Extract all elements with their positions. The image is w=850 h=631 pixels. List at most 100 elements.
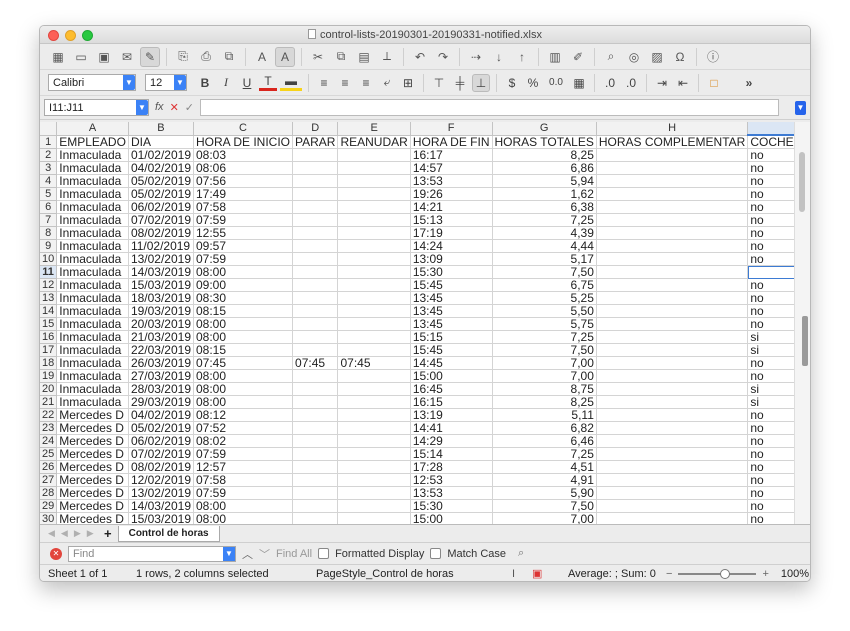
chevron-down-icon[interactable]: ▼ [123,75,135,90]
cell[interactable]: 8,75 [492,382,597,396]
cell[interactable]: 4,44 [492,239,597,253]
font-name-select[interactable]: Calibri ▼ [48,74,136,91]
cell[interactable] [337,343,411,357]
cell[interactable]: Inmaculada [56,343,129,357]
last-sheet-icon[interactable]: ▶ [87,528,94,539]
cancel-icon[interactable]: ✕ [170,101,179,114]
cell[interactable] [337,434,411,448]
row-header[interactable]: 9 [40,239,58,253]
cell[interactable] [292,304,339,318]
chevron-down-icon[interactable]: ▼ [136,100,148,115]
find-next-icon[interactable]: ﹀ [259,546,270,562]
cell[interactable]: 07:45 [292,356,339,370]
cell[interactable]: 12/02/2019 [128,473,195,487]
font-size-select[interactable]: 12 ▼ [145,74,187,91]
cell[interactable]: 15:30 [410,265,493,279]
cell[interactable]: Inmaculada [56,265,129,279]
cell[interactable]: 07:52 [193,421,294,435]
cell[interactable]: 14:21 [410,200,493,214]
row-header[interactable]: 1 [40,135,58,149]
cell[interactable]: 07:59 [193,447,294,461]
chevron-down-icon[interactable]: ▼ [223,546,235,561]
cell[interactable] [292,486,339,500]
cell[interactable] [337,265,411,279]
cell[interactable]: 13:45 [410,304,493,318]
match-case-checkbox[interactable] [430,548,442,559]
find-all-button[interactable]: Find All [276,548,312,560]
cell[interactable]: 13:09 [410,252,493,266]
find-replace-icon[interactable]: ⌕ [518,547,524,560]
first-sheet-icon[interactable]: ◀ [48,528,55,539]
cell[interactable] [596,512,749,524]
cell[interactable] [596,421,749,435]
cell[interactable]: 29/03/2019 [128,395,195,409]
cut-icon[interactable]: ✂ [308,47,328,67]
cell[interactable]: 7,50 [492,499,597,513]
cell[interactable]: 08:06 [193,161,294,175]
cell[interactable]: Inmaculada [56,304,129,318]
select-all-corner[interactable] [40,122,58,136]
cell[interactable]: 7,50 [492,265,597,279]
email-icon[interactable]: ✉ [117,47,137,67]
cell[interactable]: 05/02/2019 [128,174,195,188]
cell[interactable] [596,226,749,240]
cell[interactable] [337,486,411,500]
cell[interactable]: 19/03/2019 [128,304,195,318]
percent-button[interactable]: % [524,74,542,92]
align-right-icon[interactable]: ≡ [357,74,375,92]
cell[interactable] [337,161,411,175]
row-header[interactable]: 27 [40,473,58,487]
cell[interactable]: 15/03/2019 [128,278,195,292]
cell[interactable] [337,213,411,227]
cell[interactable]: Inmaculada [56,148,129,162]
cell[interactable] [596,408,749,422]
find-replace-icon[interactable]: ⇢ [466,47,486,67]
row-header[interactable]: 17 [40,343,58,357]
cell[interactable] [292,278,339,292]
spellcheck-icon[interactable]: A [252,47,272,67]
cell[interactable]: Inmaculada [56,226,129,240]
row-header[interactable]: 5 [40,187,58,201]
navigator-icon[interactable]: ◎ [624,47,644,67]
cell[interactable]: Inmaculada [56,239,129,253]
cell[interactable]: EMPLEADO [56,135,129,149]
date-format-icon[interactable]: ▦ [570,74,588,92]
cell[interactable]: 5,17 [492,252,597,266]
cell[interactable] [337,395,411,409]
spreadsheet-grid[interactable]: ABCDEFGHI 1EMPLEADODIAHORA DE INICIOPARA… [40,122,810,524]
cell[interactable] [292,512,339,524]
cell[interactable] [337,239,411,253]
cell[interactable]: 07:45 [193,356,294,370]
cell[interactable]: 17:49 [193,187,294,201]
cell[interactable]: 08:00 [193,330,294,344]
sidebar-handle[interactable] [802,316,808,366]
cell[interactable]: 14/03/2019 [128,265,195,279]
cell[interactable]: 5,25 [492,291,597,305]
find-previous-icon[interactable]: ︿ [242,546,253,562]
italic-button[interactable]: I [217,74,235,92]
row-header[interactable]: 10 [40,252,58,266]
borders-icon[interactable]: □ [705,74,723,92]
cell[interactable] [337,174,411,188]
formatted-display-checkbox[interactable] [318,548,330,559]
paste-icon[interactable]: ▤ [354,47,374,67]
cell[interactable]: 13:53 [410,174,493,188]
open-icon[interactable]: ▭ [71,47,91,67]
cell[interactable]: 07/02/2019 [128,447,195,461]
column-header[interactable]: C [193,122,294,136]
cell[interactable]: 11/02/2019 [128,239,195,253]
expand-formula-icon[interactable]: ▼ [795,100,806,115]
cell[interactable]: 04/02/2019 [128,408,195,422]
cell[interactable]: 14:45 [410,356,493,370]
cell[interactable]: 8,25 [492,395,597,409]
cell[interactable]: 7,00 [492,512,597,524]
cell[interactable] [337,226,411,240]
cell[interactable] [292,317,339,331]
zoom-slider[interactable] [678,568,757,579]
export-pdf-icon[interactable]: ⎘ [173,47,193,67]
cell[interactable]: 13:19 [410,408,493,422]
copy-icon[interactable]: ⧉ [331,47,351,67]
cell[interactable] [596,200,749,214]
align-left-icon[interactable]: ≡ [315,74,333,92]
cell[interactable]: 04/02/2019 [128,161,195,175]
